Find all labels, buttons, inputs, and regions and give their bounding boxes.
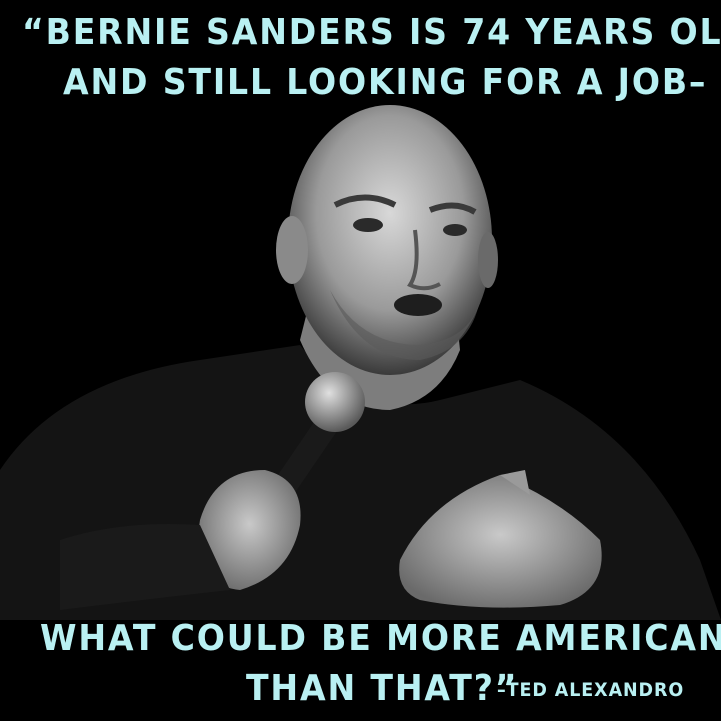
- comedian-photo: [0, 0, 721, 721]
- quote-line-1: “BERNIE SANDERS IS 74 YEARS OLD: [22, 12, 721, 53]
- ear-left: [276, 216, 308, 284]
- mouth: [394, 294, 442, 316]
- quote-line-2: AND STILL LOOKING FOR A JOB–: [63, 62, 708, 103]
- quote-line-3: WHAT COULD BE MORE AMERICAN: [40, 618, 721, 659]
- attribution: –TED ALEXANDRO: [497, 679, 685, 701]
- ear-right: [478, 232, 498, 288]
- meme-image: “BERNIE SANDERS IS 74 YEARS OLD AND STIL…: [0, 0, 721, 721]
- quote-line-4: THAN THAT?”: [246, 668, 519, 709]
